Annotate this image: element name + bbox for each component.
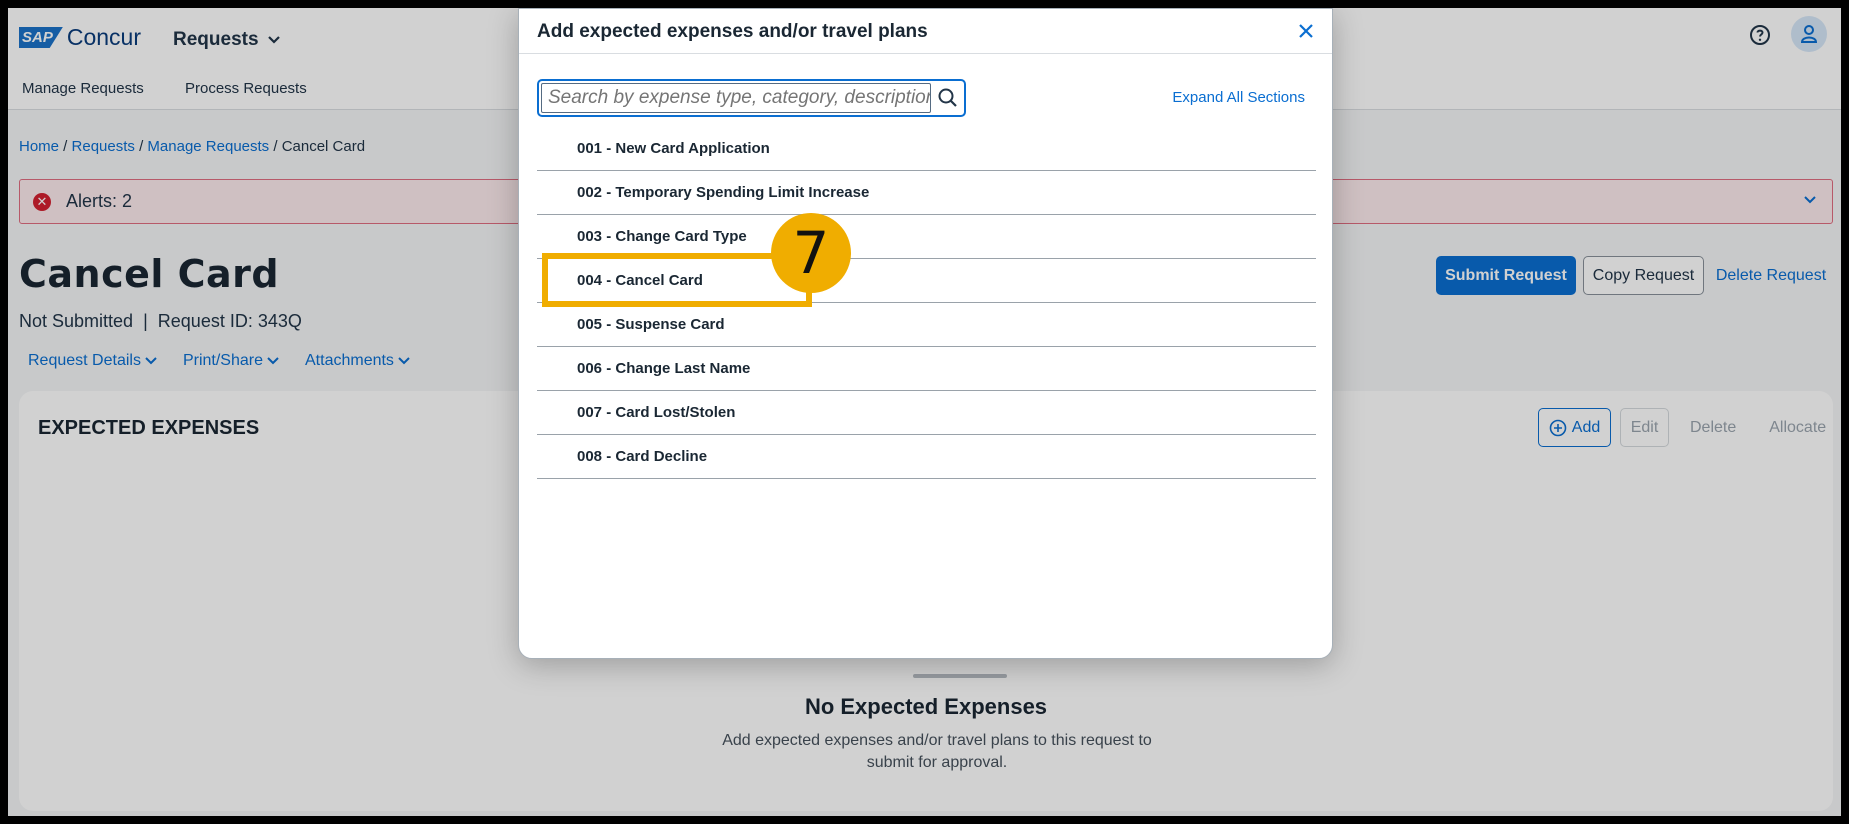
search-input[interactable] — [541, 83, 931, 113]
expense-type-item[interactable]: 001 - New Card Application — [537, 127, 1316, 171]
expense-type-item[interactable]: 002 - Temporary Spending Limit Increase — [537, 171, 1316, 215]
expense-type-item[interactable]: 008 - Card Decline — [537, 435, 1316, 479]
modal-title: Add expected expenses and/or travel plan… — [537, 21, 928, 42]
search-box — [537, 79, 966, 117]
step-number-badge: 7 — [771, 213, 851, 293]
expense-type-item[interactable]: 006 - Change Last Name — [537, 347, 1316, 391]
expense-type-item[interactable]: 005 - Suspense Card — [537, 303, 1316, 347]
app-frame: SAP Concur Requests Manage Requests Proc… — [8, 8, 1841, 816]
expense-type-item[interactable]: 007 - Card Lost/Stolen — [537, 391, 1316, 435]
expand-all-sections-link[interactable]: Expand All Sections — [1172, 89, 1305, 106]
add-expenses-modal: Add expected expenses and/or travel plan… — [518, 8, 1333, 659]
close-icon[interactable] — [1296, 21, 1316, 41]
modal-header: Add expected expenses and/or travel plan… — [519, 9, 1332, 54]
search-icon[interactable] — [937, 87, 959, 109]
